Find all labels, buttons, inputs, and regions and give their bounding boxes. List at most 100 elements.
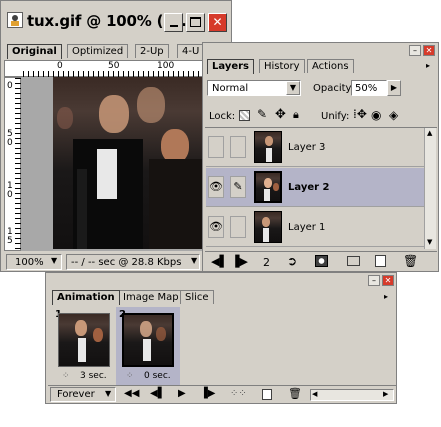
- next-frame-icon[interactable]: ▐▶: [200, 388, 215, 399]
- panel-close-button[interactable]: ✕: [423, 45, 435, 56]
- frame-item[interactable]: 1 ⁘ 3 sec.: [52, 307, 114, 385]
- opacity-slider-button[interactable]: ▶: [387, 80, 401, 96]
- minimize-icon: –: [413, 46, 417, 55]
- tab-history[interactable]: History: [259, 59, 305, 73]
- layer-row[interactable]: Layer 3: [206, 128, 424, 167]
- animation-tabs: Animation Image Map Slice ▸: [52, 290, 392, 306]
- tab-slice[interactable]: Slice: [180, 290, 214, 304]
- unify-label: Unify:: [321, 111, 350, 122]
- lock-transparency-icon[interactable]: [239, 110, 250, 121]
- layers-scrollbar[interactable]: ▲ ▼: [424, 128, 436, 249]
- download-time-select[interactable]: -- / -- sec @ 28.8 Kbps ▼: [66, 254, 200, 270]
- tab-4up[interactable]: 4-U: [177, 44, 205, 58]
- lock-paint-icon[interactable]: ✎: [257, 107, 267, 121]
- first-frame-icon[interactable]: ◀◀: [124, 388, 139, 399]
- maximize-button[interactable]: [186, 13, 205, 32]
- panel-minimize-button[interactable]: –: [368, 275, 380, 286]
- panel-menu-icon[interactable]: ▸: [426, 61, 430, 70]
- tab-actions[interactable]: Actions: [307, 59, 354, 73]
- unify-visibility-icon[interactable]: ◉: [371, 108, 381, 122]
- previous-frame-icon[interactable]: ◀▌: [150, 388, 165, 399]
- layer-link-toggle[interactable]: [230, 216, 246, 238]
- frame-delay[interactable]: 3 sec.: [80, 371, 107, 381]
- doc-status-bar: 100% ▼ -- / -- sec @ 28.8 Kbps ▼: [4, 253, 231, 271]
- ruler-label: 1 0: [7, 181, 13, 200]
- ruler-label: 0: [57, 61, 63, 71]
- frames-area: 1 ⁘ 3 sec. 2 ⁘ 0 sec.: [50, 307, 394, 385]
- doc-title-bar[interactable]: tux.gif @ 100% (O... ✕: [1, 1, 231, 41]
- visibility-toggle[interactable]: [208, 136, 224, 158]
- lock-move-icon[interactable]: ✥: [275, 107, 286, 122]
- lock-label: Lock:: [209, 111, 236, 122]
- animation-panel: – ✕ Animation Image Map Slice ▸ 1 ⁘ 3 se…: [45, 272, 397, 404]
- ruler-label: 0: [7, 81, 13, 91]
- tween-button-icon[interactable]: ⁘⁘: [230, 388, 247, 399]
- eye-icon: 👁︎: [209, 180, 223, 193]
- new-set-icon[interactable]: [347, 256, 360, 266]
- layer-effects-icon[interactable]: ➲: [287, 254, 297, 268]
- play-icon[interactable]: ▶: [178, 388, 186, 399]
- trash-icon[interactable]: 🗑︎: [288, 387, 302, 400]
- unify-style-icon[interactable]: ◈: [389, 108, 398, 122]
- loop-select[interactable]: Forever ▼: [50, 387, 116, 402]
- new-layer-icon[interactable]: [375, 255, 386, 267]
- document-icon: [7, 12, 23, 28]
- frame-thumbnail: [58, 313, 110, 367]
- previous-frame-icon[interactable]: ◀▌: [211, 255, 228, 268]
- layer-name: Layer 1: [288, 222, 326, 233]
- panel-minimize-button[interactable]: –: [409, 45, 421, 56]
- animation-panel-titlebar[interactable]: – ✕: [46, 273, 396, 287]
- scroll-left-icon[interactable]: ◀: [312, 390, 317, 398]
- layers-panel-titlebar[interactable]: – ✕: [203, 43, 438, 57]
- minimize-button[interactable]: [164, 13, 183, 32]
- unify-position-icon[interactable]: ⁞✥: [353, 107, 367, 121]
- lock-all-icon[interactable]: 🔒︎: [293, 108, 299, 122]
- layer-thumbnail: [254, 211, 282, 243]
- minimize-icon: –: [372, 276, 376, 285]
- opacity-input[interactable]: 50%: [351, 80, 387, 96]
- maximize-icon: [190, 17, 201, 27]
- scroll-right-icon[interactable]: ▶: [383, 390, 388, 398]
- panel-menu-icon[interactable]: ▸: [384, 292, 388, 301]
- visibility-toggle[interactable]: 👁︎: [208, 216, 224, 238]
- layer-thumbnail: [254, 131, 282, 163]
- tab-2up[interactable]: 2-Up: [135, 44, 169, 58]
- chevron-down-icon: ▼: [105, 389, 112, 398]
- animation-toolbar: Forever ▼ ◀◀ ◀▌ ▶ ▐▶ ⁘⁘ 🗑︎ ◀ ▶: [48, 385, 396, 403]
- layer-link-toggle[interactable]: ✎: [230, 176, 246, 198]
- tab-optimized[interactable]: Optimized: [67, 44, 129, 58]
- zoom-select[interactable]: 100% ▼: [6, 254, 62, 270]
- doc-tabs: Original Optimized 2-Up 4-U: [7, 44, 205, 60]
- layers-list: Layer 3 👁︎ ✎ Layer 2 👁︎ Layer 1 ▲ ▼: [205, 127, 437, 249]
- layers-panel: – ✕ Layers History Actions ▸ Normal ▼ Op…: [202, 42, 439, 272]
- animation-scrollbar[interactable]: ◀ ▶: [310, 389, 394, 401]
- scroll-up-icon[interactable]: ▲: [427, 129, 432, 137]
- ruler-label: 5 0: [7, 129, 13, 148]
- chevron-down-icon: ▼: [191, 256, 198, 265]
- frame-item[interactable]: 2 ⁘ 0 sec.: [116, 307, 180, 385]
- visibility-toggle[interactable]: 👁︎: [208, 176, 224, 198]
- tab-image-map[interactable]: Image Map: [118, 290, 184, 304]
- canvas-area[interactable]: [21, 77, 231, 251]
- scroll-down-icon[interactable]: ▼: [427, 238, 432, 246]
- panel-close-button[interactable]: ✕: [382, 275, 394, 286]
- chevron-right-icon: ▶: [390, 83, 398, 92]
- canvas-image[interactable]: [53, 77, 203, 249]
- next-frame-icon[interactable]: ▐▶: [231, 255, 248, 268]
- close-button[interactable]: ✕: [208, 13, 227, 32]
- layer-row[interactable]: 👁︎ ✎ Layer 2: [206, 168, 424, 207]
- close-icon: ✕: [212, 15, 223, 29]
- frame-delay[interactable]: 0 sec.: [144, 371, 171, 381]
- blend-mode-select[interactable]: Normal ▼: [207, 80, 301, 96]
- layer-row[interactable]: 👁︎ Layer 1: [206, 208, 424, 247]
- tab-layers[interactable]: Layers: [207, 59, 254, 74]
- duplicate-frame-icon[interactable]: [262, 389, 272, 400]
- tween-icon: ⁘: [62, 371, 70, 381]
- mask-icon[interactable]: [315, 255, 328, 267]
- opacity-label: Opacity:: [313, 83, 355, 94]
- tab-original[interactable]: Original: [7, 44, 62, 59]
- layer-link-toggle[interactable]: [230, 136, 246, 158]
- chevron-down-icon: ▼: [286, 81, 300, 95]
- trash-icon[interactable]: 🗑︎: [403, 254, 418, 268]
- tab-animation[interactable]: Animation: [52, 290, 120, 305]
